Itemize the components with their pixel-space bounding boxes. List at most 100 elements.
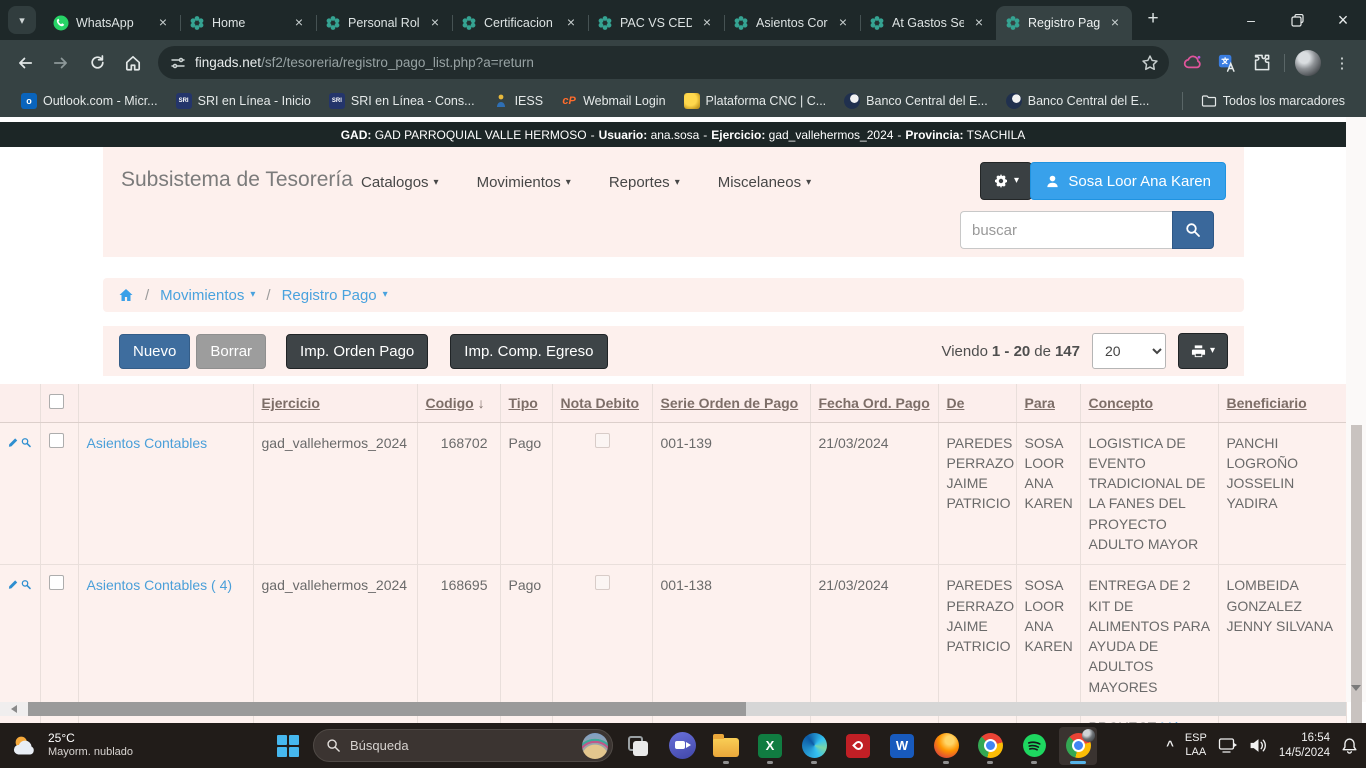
search-highlight-image[interactable] [582, 733, 608, 759]
tab-registro-pago-active[interactable]: Registro Pag × [996, 6, 1132, 40]
breadcrumb-movimientos[interactable]: Movimientos ▾ [160, 287, 255, 304]
bookmark-sri-inicio[interactable]: SRI SRI en Línea - Inicio [167, 90, 320, 112]
imp-comp-egreso-button[interactable]: Imp. Comp. Egreso [450, 334, 607, 369]
print-button[interactable]: ▾ [1178, 333, 1228, 369]
notifications-bell-icon[interactable] [1341, 737, 1358, 755]
menu-reportes[interactable]: Reportes ▾ [609, 174, 680, 191]
window-close-button[interactable]: × [1320, 0, 1366, 40]
forward-button[interactable] [44, 46, 78, 80]
edge-button[interactable] [795, 727, 833, 765]
all-bookmarks-button[interactable]: Todos los marcadores [1192, 90, 1354, 112]
home-button[interactable] [116, 46, 150, 80]
speaker-icon[interactable] [1249, 737, 1268, 754]
edit-pencil-icon[interactable] [8, 435, 18, 450]
column-nota-debito[interactable]: Nota Debito [552, 384, 652, 422]
tab-close-icon[interactable]: × [699, 15, 715, 31]
bookmark-iess[interactable]: IESS [484, 90, 553, 112]
window-restore-button[interactable] [1274, 0, 1320, 40]
edit-pencil-icon[interactable] [8, 577, 18, 592]
reload-button[interactable] [80, 46, 114, 80]
clock[interactable]: 16:54 14/5/2024 [1279, 731, 1330, 761]
touch-keyboard-icon[interactable] [1218, 737, 1238, 755]
tab-list-chevron-button[interactable]: ▾ [8, 6, 36, 34]
home-breadcrumb-icon[interactable] [118, 287, 134, 303]
tab-close-icon[interactable]: × [563, 15, 579, 31]
page-size-select[interactable]: 20 [1092, 333, 1166, 369]
nota-debito-checkbox[interactable] [595, 433, 610, 448]
bookmark-outlook[interactable]: o Outlook.com - Micr... [12, 90, 167, 112]
task-view-button[interactable] [619, 727, 657, 765]
taskbar-search[interactable]: Búsqueda [313, 729, 613, 762]
column-ejercicio[interactable]: Ejercicio [253, 384, 417, 422]
profile-avatar[interactable] [1292, 47, 1324, 79]
tab-close-icon[interactable]: × [155, 15, 171, 31]
horizontal-scrollbar-thumb[interactable] [28, 702, 746, 716]
translate-extension-icon[interactable] [1211, 47, 1243, 79]
window-minimize-button[interactable]: – [1228, 0, 1274, 40]
bookmark-star-icon[interactable] [1141, 54, 1159, 72]
start-button[interactable] [269, 727, 307, 765]
tab-at-gastos[interactable]: At Gastos Se × [860, 6, 996, 40]
imp-orden-pago-button[interactable]: Imp. Orden Pago [286, 334, 428, 369]
vertical-scrollbar-thumb[interactable] [1351, 425, 1362, 723]
extensions-puzzle-icon[interactable] [1245, 47, 1277, 79]
nuevo-button[interactable]: Nuevo [119, 334, 190, 369]
row-checkbox[interactable] [49, 433, 64, 448]
search-input[interactable] [960, 211, 1172, 249]
asientos-contables-link[interactable]: Asientos Contables [87, 435, 208, 451]
chrome-active-button[interactable] [1059, 727, 1097, 765]
view-magnifier-icon[interactable] [21, 577, 31, 592]
column-beneficiario[interactable]: Beneficiario [1218, 384, 1346, 422]
menu-catalogos[interactable]: Catalogos ▾ [361, 174, 439, 191]
weather-widget[interactable]: 25°C Mayorm. nublado [10, 731, 133, 761]
bookmark-cnc[interactable]: Plataforma CNC | C... [675, 90, 836, 112]
tab-close-icon[interactable]: × [1107, 15, 1123, 31]
file-explorer-button[interactable] [707, 727, 745, 765]
tab-certificacion[interactable]: Certificacion × [452, 6, 588, 40]
url-text[interactable]: fingads.net/sf2/tesoreria/registro_pago_… [195, 55, 1132, 70]
column-serie-orden-pago[interactable]: Serie Orden de Pago [652, 384, 810, 422]
user-account-button[interactable]: Sosa Loor Ana Karen [1030, 162, 1226, 200]
tab-close-icon[interactable]: × [835, 15, 851, 31]
spotify-button[interactable] [1015, 727, 1053, 765]
tab-pac-vs-cedu[interactable]: PAC VS CEDU × [588, 6, 724, 40]
tab-home[interactable]: Home × [180, 6, 316, 40]
column-fecha-ord-pago[interactable]: Fecha Ord. Pago [810, 384, 938, 422]
horizontal-scrollbar[interactable] [0, 702, 1346, 716]
menu-miscelaneos[interactable]: Miscelaneos ▾ [718, 174, 811, 191]
bookmark-bce-1[interactable]: Banco Central del E... [835, 90, 997, 112]
bookmark-bce-2[interactable]: Banco Central del E... [997, 90, 1159, 112]
select-all-checkbox[interactable] [49, 394, 64, 409]
asientos-contables-link[interactable]: Asientos Contables ( 4) [87, 577, 233, 593]
tab-close-icon[interactable]: × [971, 15, 987, 31]
scroll-left-button[interactable] [0, 702, 28, 716]
excel-button[interactable]: X [751, 727, 789, 765]
chrome-button[interactable] [971, 727, 1009, 765]
view-magnifier-icon[interactable] [21, 435, 31, 450]
acrobat-button[interactable] [839, 727, 877, 765]
menu-movimientos[interactable]: Movimientos ▾ [477, 174, 571, 191]
column-tipo[interactable]: Tipo [500, 384, 552, 422]
bookmark-sri-consultas[interactable]: SRI SRI en Línea - Cons... [320, 90, 484, 112]
theme-extension-icon[interactable] [1177, 47, 1209, 79]
tab-close-icon[interactable]: × [427, 15, 443, 31]
search-submit-button[interactable] [1172, 211, 1214, 249]
nota-debito-checkbox[interactable] [595, 575, 610, 590]
back-button[interactable] [8, 46, 42, 80]
tab-whatsapp[interactable]: WhatsApp × [44, 6, 180, 40]
tab-close-icon[interactable]: × [291, 15, 307, 31]
bookmark-webmail[interactable]: cP Webmail Login [552, 90, 674, 112]
column-para[interactable]: Para [1016, 384, 1080, 422]
tab-asientos-contables[interactable]: Asientos Cor × [724, 6, 860, 40]
browser-menu-button[interactable]: ⋮ [1326, 47, 1358, 79]
scroll-down-arrow-icon[interactable] [1351, 685, 1361, 691]
tab-personal-rol[interactable]: Personal Rol × [316, 6, 452, 40]
column-de[interactable]: De [938, 384, 1016, 422]
word-button[interactable]: W [883, 727, 921, 765]
tray-expand-icon[interactable]: ^ [1166, 738, 1174, 753]
column-concepto[interactable]: Concepto [1080, 384, 1218, 422]
vertical-scrollbar[interactable] [1346, 117, 1366, 702]
new-tab-button[interactable]: + [1139, 5, 1167, 33]
chat-button[interactable] [663, 727, 701, 765]
column-codigo[interactable]: Codigo ↓ [417, 384, 500, 422]
